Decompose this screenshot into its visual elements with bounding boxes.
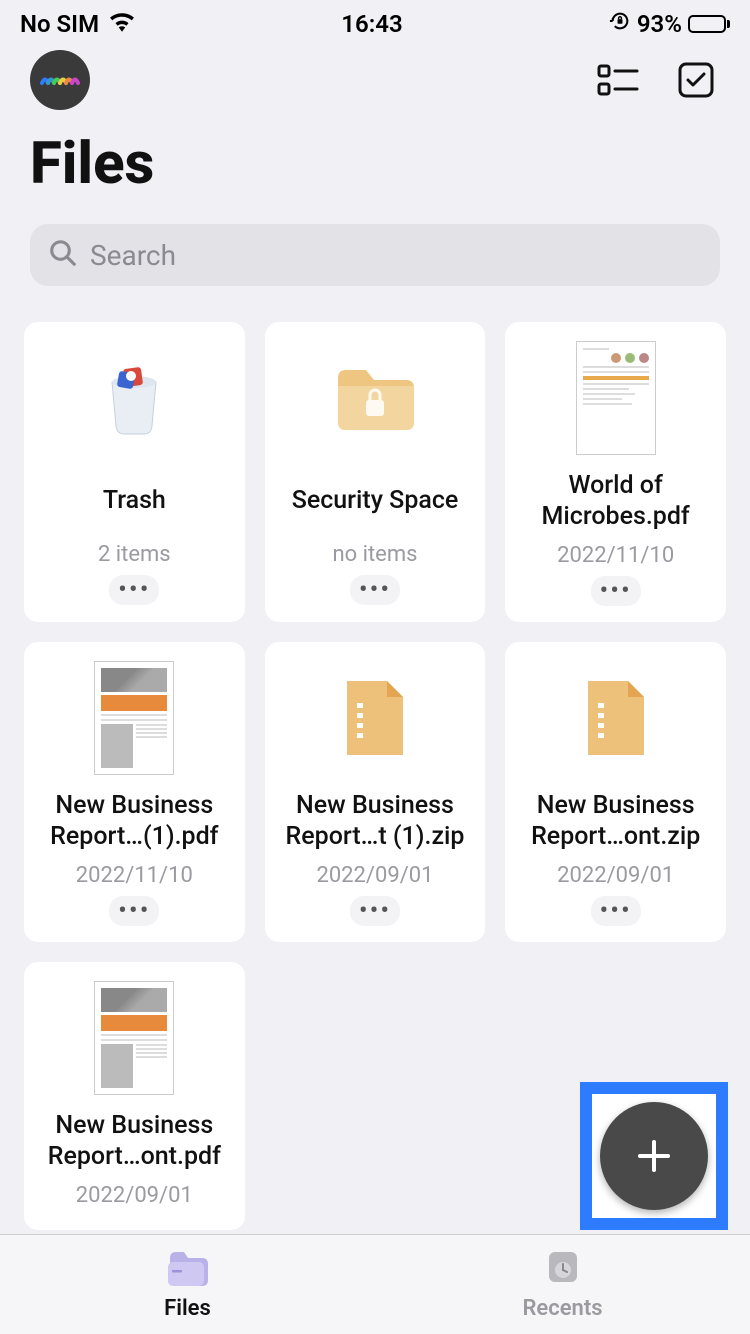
zip-icon	[515, 660, 716, 776]
more-button[interactable]: •••	[350, 896, 400, 926]
zip-icon	[275, 660, 476, 776]
tab-recents[interactable]: Recents	[375, 1235, 750, 1334]
wifi-icon	[109, 10, 135, 38]
tab-label: Files	[164, 1296, 211, 1321]
more-button[interactable]: •••	[591, 896, 641, 926]
trash-icon	[34, 340, 235, 456]
file-card-zip[interactable]: New Business Report…ont.zip 2022/09/01 •…	[505, 642, 726, 942]
file-sub: 2022/09/01	[76, 1183, 193, 1208]
more-button[interactable]: •••	[109, 575, 159, 605]
file-card-trash[interactable]: Trash 2 items •••	[24, 322, 245, 622]
list-view-button[interactable]	[594, 59, 642, 101]
search-icon	[48, 238, 78, 272]
search-input[interactable]	[90, 239, 702, 272]
add-button[interactable]	[600, 1102, 708, 1210]
file-title: Trash	[103, 470, 166, 532]
file-card-security[interactable]: Security Space no items •••	[265, 322, 486, 622]
battery-icon	[688, 15, 730, 33]
clock-icon	[543, 1248, 583, 1292]
file-sub: no items	[332, 542, 417, 567]
file-card-zip[interactable]: New Business Report…t (1).zip 2022/09/01…	[265, 642, 486, 942]
avatar[interactable]	[30, 50, 90, 110]
file-title: World of Microbes.pdf	[515, 470, 716, 533]
more-button[interactable]: •••	[350, 575, 400, 605]
more-button[interactable]: •••	[109, 896, 159, 926]
file-card-pdf[interactable]: New Business Report…ont.pdf 2022/09/01	[24, 962, 245, 1230]
status-bar: No SIM 16:43 93%	[0, 0, 750, 40]
file-sub: 2022/11/10	[557, 543, 674, 568]
pdf-thumb-icon	[34, 660, 235, 776]
file-title: New Business Report…ont.zip	[515, 790, 716, 853]
select-button[interactable]	[672, 59, 720, 101]
file-sub: 2022/09/01	[316, 863, 433, 888]
lock-rotation-icon	[609, 10, 631, 38]
file-sub: 2 items	[98, 542, 171, 567]
more-button[interactable]: •••	[591, 576, 641, 606]
search-bar[interactable]	[30, 224, 720, 286]
fab-highlight	[580, 1082, 728, 1230]
file-card-pdf[interactable]: World of Microbes.pdf 2022/11/10 •••	[505, 322, 726, 622]
file-sub: 2022/09/01	[557, 863, 674, 888]
pdf-thumb-icon	[515, 340, 716, 456]
carrier-text: No SIM	[20, 10, 99, 38]
tab-bar: Files Recents	[0, 1234, 750, 1334]
tab-label: Recents	[522, 1296, 602, 1321]
file-card-pdf[interactable]: New Business Report…(1).pdf 2022/11/10 •…	[24, 642, 245, 942]
page-title: Files	[0, 110, 750, 208]
pdf-thumb-icon	[34, 980, 235, 1096]
folder-icon	[166, 1248, 210, 1292]
folder-lock-icon	[275, 340, 476, 456]
clock-text: 16:43	[341, 10, 402, 38]
file-title: New Business Report…t (1).zip	[275, 790, 476, 853]
battery-text: 93%	[637, 10, 682, 38]
file-title: Security Space	[292, 470, 459, 532]
file-title: New Business Report…(1).pdf	[34, 790, 235, 853]
file-sub: 2022/11/10	[76, 863, 193, 888]
tab-files[interactable]: Files	[0, 1235, 375, 1334]
file-title: New Business Report…ont.pdf	[34, 1110, 235, 1173]
header	[0, 40, 750, 110]
